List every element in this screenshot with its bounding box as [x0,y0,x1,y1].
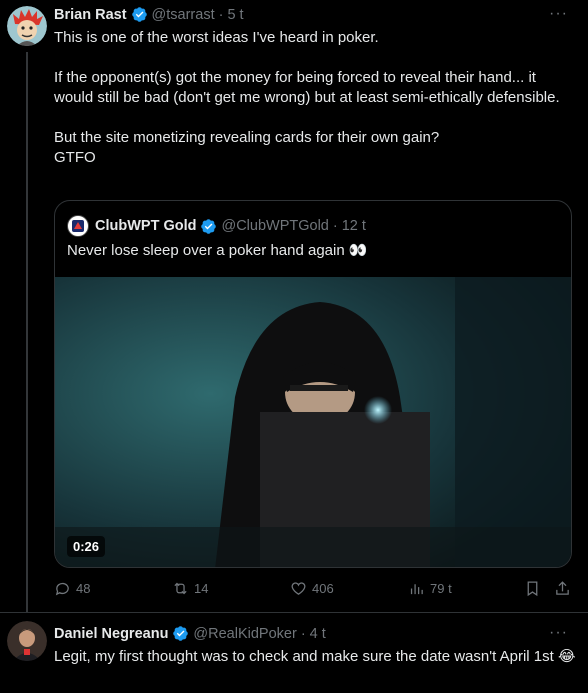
heart-icon [291,582,306,595]
tweet-text-line: If the opponent(s) got the money for bei… [54,69,560,106]
reply-icon [55,582,69,596]
verified-badge-icon [173,626,189,641]
repost-button[interactable]: 14 [172,580,208,597]
verified-badge-icon [131,7,147,22]
verified-badge-icon [201,218,217,234]
share-button[interactable] [554,580,576,597]
quote-author-handle[interactable]: @ClubWPTGold [221,218,328,234]
view-count: 79 t [430,581,452,596]
author-handle[interactable]: @RealKidPoker [193,626,296,642]
tweet-text-line: This is one of the worst ideas I've hear… [54,29,379,46]
tweet-text: This is one of the worst ideas I've hear… [54,28,574,168]
separator-dot: · [300,625,306,642]
avatar-brian-rast[interactable] [7,6,47,46]
bookmark-icon [527,581,538,597]
share-icon [556,581,569,595]
quote-text: Never lose sleep over a poker hand again… [67,242,368,259]
tweet-actions: 48 14 406 79 t [54,580,574,600]
more-options-icon[interactable]: ··· [549,5,568,23]
like-button[interactable]: 406 [290,580,334,597]
quote-header: ClubWPT Gold @ClubWPTGold · 12 t [67,215,366,237]
clubwpt-logo-icon [72,220,84,232]
tweet-header: Brian Rast @tsarrast · 5 t [54,6,244,23]
tweet-header: Daniel Negreanu @RealKidPoker · 4 t [54,625,326,642]
quote-timestamp[interactable]: 12 t [342,218,366,234]
tweet-text-line: But the site monetizing revealing cards … [54,129,440,146]
author-name[interactable]: Daniel Negreanu [54,626,168,642]
thread-line [26,52,28,612]
tweet-text-line: GTFO [54,149,96,166]
timestamp[interactable]: 5 t [227,7,243,23]
repost-count: 14 [194,581,209,596]
analytics-icon [410,584,423,595]
reply-count: 48 [76,581,91,596]
tweet-text: Legit, my first thought was to check and… [54,648,576,665]
reply-button[interactable]: 48 [54,580,90,597]
timestamp[interactable]: 4 t [310,626,326,642]
video-player[interactable]: 0:26 [55,277,571,567]
tweet-brian-rast[interactable]: Brian Rast @tsarrast · 5 t ··· This is o… [0,0,588,612]
quote-avatar[interactable] [67,215,89,237]
more-options-icon[interactable]: ··· [549,624,568,642]
tweet-daniel-negreanu[interactable]: Daniel Negreanu @RealKidPoker · 4 t ··· … [0,612,588,693]
tweet-text-line [54,108,574,128]
video-duration: 0:26 [67,536,106,557]
quoted-tweet[interactable]: ClubWPT Gold @ClubWPTGold · 12 t Never l… [54,200,572,568]
separator-dot: · [218,6,224,23]
views-button[interactable]: 79 t [408,580,452,597]
separator-dot: · [332,218,338,234]
author-name[interactable]: Brian Rast [54,7,127,23]
like-count: 406 [312,581,334,596]
author-handle[interactable]: @tsarrast [152,7,215,23]
video-thumbnail [55,277,571,567]
avatar-daniel-negreanu[interactable] [7,621,47,661]
quote-author-name[interactable]: ClubWPT Gold [95,218,196,234]
tweet-text-line [54,48,574,68]
bookmark-button[interactable] [524,580,546,597]
repost-icon [174,582,187,595]
